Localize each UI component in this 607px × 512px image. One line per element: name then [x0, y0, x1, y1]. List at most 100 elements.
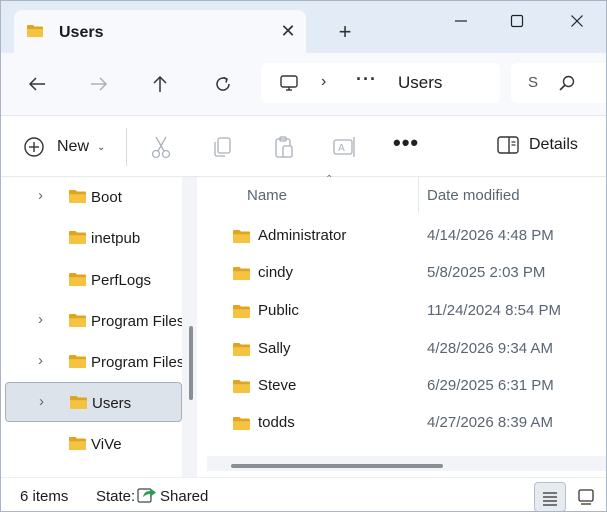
copy-icon[interactable] [209, 134, 235, 160]
close-window-button[interactable] [557, 7, 597, 35]
horizontal-scrollbar-thumb[interactable] [231, 464, 443, 468]
file-explorer-window: Users ✕ + › ··· Users S New ⌄ A ••• Deta… [0, 0, 607, 512]
maximize-button[interactable] [497, 7, 537, 35]
paste-icon[interactable] [271, 134, 297, 160]
minimize-button[interactable] [441, 7, 481, 35]
tree-item-boot[interactable]: › Boot [5, 177, 182, 217]
address-toolbar: › ··· Users S [1, 53, 606, 115]
folder-icon [233, 417, 250, 430]
folder-icon [233, 343, 250, 356]
tree-item-label: Users [92, 395, 132, 412]
tree-item-program-files[interactable]: › Program Files [5, 301, 185, 341]
folder-icon [233, 230, 250, 243]
chevron-right-icon[interactable]: › [39, 394, 51, 409]
tree-item-program-files-x86[interactable]: › Program Files [5, 342, 185, 382]
column-name-label: Name [247, 187, 288, 204]
column-divider[interactable] [418, 177, 419, 213]
folder-icon [69, 437, 86, 450]
file-date-modified: 4/27/2026 8:39 AM [427, 414, 553, 431]
file-date-modified: 11/24/2024 8:54 PM [427, 302, 561, 319]
cut-icon[interactable] [148, 134, 174, 160]
close-tab-button[interactable]: ✕ [278, 21, 298, 41]
address-bar[interactable]: › ··· Users [261, 63, 500, 103]
refresh-button[interactable] [206, 67, 240, 101]
file-date-modified: 4/14/2026 4:48 PM [427, 227, 554, 244]
breadcrumb-users[interactable]: Users [398, 73, 442, 93]
arrow-left-icon [28, 77, 45, 91]
tree-item-label: Boot [91, 189, 122, 206]
search-placeholder: S [528, 74, 539, 91]
file-list: Name ⌃ Date modified Administrator 4/14/… [207, 174, 606, 477]
state-value: Shared [160, 488, 209, 505]
file-row-sally[interactable]: Sally 4/28/2026 9:34 AM [207, 332, 606, 369]
file-row-public[interactable]: Public 11/24/2024 8:54 PM [207, 294, 606, 331]
plus-circle-icon [24, 137, 44, 157]
back-button[interactable] [20, 67, 54, 101]
details-pane-icon [497, 136, 519, 154]
tree-item-label: inetpub [91, 230, 141, 247]
search-icon [559, 75, 575, 91]
folder-icon [70, 396, 87, 409]
chevron-right-icon[interactable]: › [38, 188, 50, 203]
divider [126, 128, 127, 166]
up-button[interactable] [143, 67, 177, 101]
tree-item-users[interactable]: › Users [5, 382, 182, 422]
large-icons-view-button[interactable] [571, 482, 601, 511]
file-row-cindy[interactable]: cindy 5/8/2025 2:03 PM [207, 256, 606, 293]
rename-icon[interactable]: A [332, 134, 358, 160]
column-header-date-modified[interactable]: Date modified [427, 177, 520, 213]
more-options-button[interactable]: ••• [393, 132, 419, 158]
tree-item-label: PerfLogs [91, 272, 152, 289]
folder-icon [27, 25, 43, 37]
chevron-right-icon[interactable]: › [38, 353, 50, 368]
file-name: Public [258, 302, 299, 319]
shared-icon [137, 488, 156, 503]
chevron-right-icon[interactable]: › [38, 312, 50, 327]
thumbnail-view-icon [578, 489, 594, 505]
file-row-steve[interactable]: Steve 6/29/2025 6:31 PM [207, 369, 606, 406]
file-row-administrator[interactable]: Administrator 4/14/2026 4:48 PM [207, 219, 606, 256]
tree-item-perflogs[interactable]: PerfLogs [5, 260, 182, 300]
search-input[interactable]: S [511, 63, 606, 103]
tree-item-vive[interactable]: ViVe [5, 424, 182, 464]
tab-title: Users [59, 24, 104, 41]
details-label: Details [529, 136, 578, 153]
file-date-modified: 5/8/2025 2:03 PM [427, 264, 546, 281]
file-name: Steve [258, 377, 297, 394]
file-name: Administrator [258, 227, 347, 244]
sort-ascending-icon: ⌃ [325, 174, 334, 185]
tree-item-inetpub[interactable]: inetpub [5, 218, 182, 258]
navigation-scrollbar-thumb[interactable] [189, 326, 193, 400]
tree-item-label: Program Files [91, 354, 185, 371]
new-tab-button[interactable]: + [334, 21, 356, 43]
file-name: cindy [258, 264, 294, 281]
arrow-right-icon [91, 77, 108, 91]
folder-icon [69, 314, 86, 327]
state-label: State: [96, 488, 136, 505]
details-view-button[interactable] [534, 482, 566, 511]
refresh-icon [216, 76, 230, 91]
arrow-up-icon [153, 75, 167, 92]
column-date-label: Date modified [427, 187, 520, 204]
file-date-modified: 6/29/2025 6:31 PM [427, 377, 554, 394]
forward-button[interactable] [82, 67, 116, 101]
tree-item-label: Program Files [91, 313, 185, 330]
maximize-icon [510, 14, 524, 28]
item-count: 6 items [20, 488, 69, 505]
navigation-pane: › Boot inetpub PerfLogs › Program Files … [1, 177, 197, 477]
tab-users[interactable]: Users ✕ [14, 10, 306, 53]
list-view-icon [543, 492, 557, 506]
breadcrumb-overflow[interactable]: ··· [356, 69, 377, 90]
file-row-todds[interactable]: todds 4/27/2026 8:39 AM [207, 406, 606, 443]
command-bar: New ⌄ A ••• Details [1, 115, 606, 177]
column-header-name[interactable]: Name ⌃ [247, 174, 333, 213]
folder-icon [69, 190, 86, 203]
new-label: New [57, 138, 90, 155]
folder-icon [69, 231, 86, 244]
new-button[interactable]: New ⌄ [23, 134, 105, 160]
breadcrumb-separator[interactable]: › [321, 73, 326, 91]
status-bar: 6 items State: Shared [1, 477, 606, 511]
folder-icon [69, 355, 86, 368]
file-name: Sally [258, 340, 291, 357]
details-button[interactable]: Details [497, 136, 578, 154]
